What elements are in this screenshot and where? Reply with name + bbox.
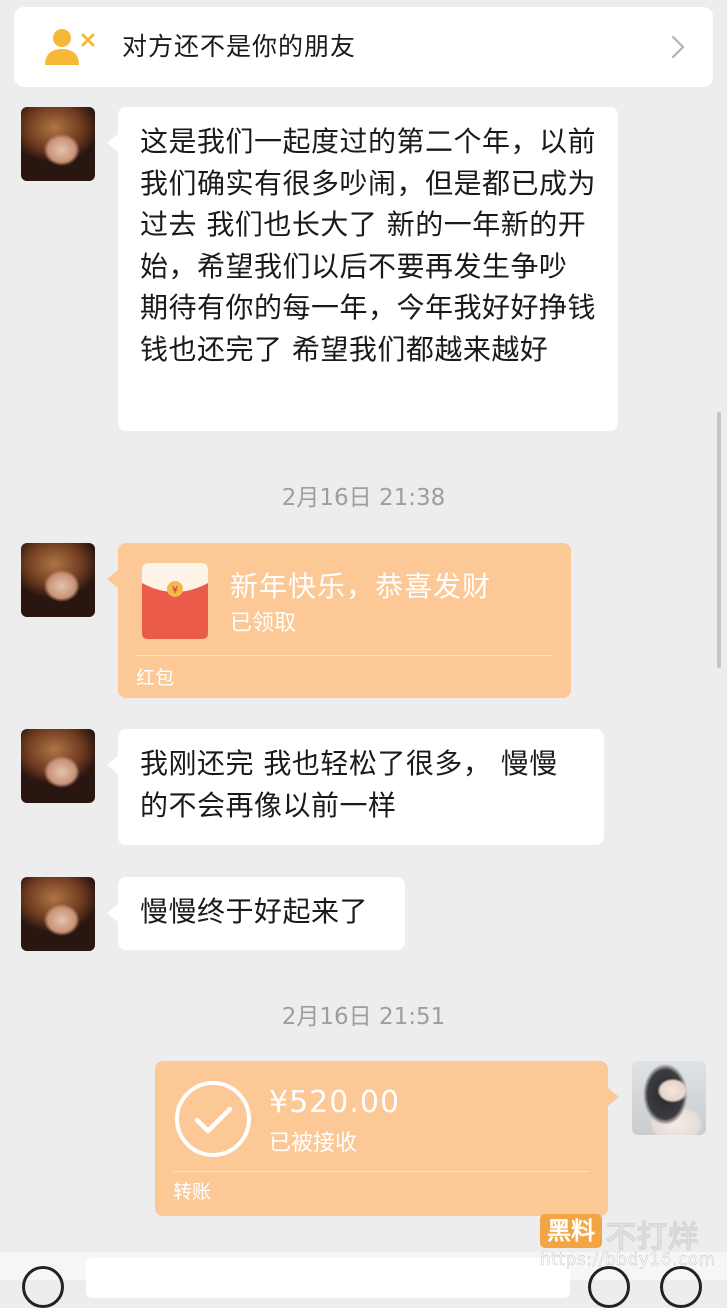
contact-avatar[interactable] — [21, 543, 95, 617]
chevron-right-icon — [671, 35, 685, 59]
message-bubble[interactable]: 我刚还完 我也轻松了很多， 慢慢的不会再像以前一样 — [107, 729, 604, 845]
red-packet-label: 红包 — [136, 667, 175, 689]
message-bubble[interactable]: 这是我们一起度过的第二个年，以前我们确实有很多吵闹，但是都已成为过去 我们也长大… — [107, 107, 618, 431]
voice-button[interactable] — [22, 1266, 64, 1308]
watermark-url: https://bbdy16.com — [540, 1250, 716, 1270]
transfer-label: 转账 — [173, 1181, 212, 1203]
watermark: 黑料 不打烊 https://bbdy16.com — [540, 1212, 720, 1274]
check-circle-icon — [175, 1081, 251, 1157]
timestamp: 2月16日 21:38 — [281, 485, 446, 511]
message-input[interactable] — [86, 1258, 570, 1298]
message-text: 我刚还完 我也轻松了很多， 慢慢的不会再像以前一样 — [140, 747, 558, 822]
timestamp: 2月16日 21:51 — [281, 1004, 446, 1030]
scrollbar[interactable] — [717, 412, 721, 668]
red-packet-card[interactable]: ¥ 新年快乐，恭喜发财 已领取 红包 — [107, 543, 571, 698]
red-packet-status: 已领取 — [230, 611, 297, 636]
watermark-badge: 黑料 — [540, 1214, 602, 1248]
my-avatar[interactable] — [632, 1061, 706, 1135]
user-remove-icon — [45, 29, 95, 65]
not-friend-banner[interactable]: 对方还不是你的朋友 — [14, 7, 713, 87]
card-divider — [173, 1171, 590, 1172]
not-friend-text: 对方还不是你的朋友 — [122, 32, 357, 61]
svg-text:¥: ¥ — [172, 585, 178, 596]
contact-avatar[interactable] — [21, 107, 95, 181]
red-packet-title: 新年快乐，恭喜发财 — [230, 570, 492, 603]
message-bubble[interactable]: 慢慢终于好起来了 — [107, 877, 405, 950]
transfer-card[interactable]: ¥520.00 已被接收 转账 — [155, 1061, 619, 1216]
transfer-amount: ¥520.00 — [269, 1085, 401, 1120]
contact-avatar[interactable] — [21, 877, 95, 951]
message-text: 这是我们一起度过的第二个年，以前我们确实有很多吵闹，但是都已成为过去 我们也长大… — [140, 125, 597, 366]
message-text: 慢慢终于好起来了 — [140, 895, 369, 928]
card-divider — [136, 655, 553, 656]
contact-avatar[interactable] — [21, 729, 95, 803]
transfer-status: 已被接收 — [269, 1131, 358, 1156]
red-envelope-icon: ¥ — [142, 563, 208, 639]
